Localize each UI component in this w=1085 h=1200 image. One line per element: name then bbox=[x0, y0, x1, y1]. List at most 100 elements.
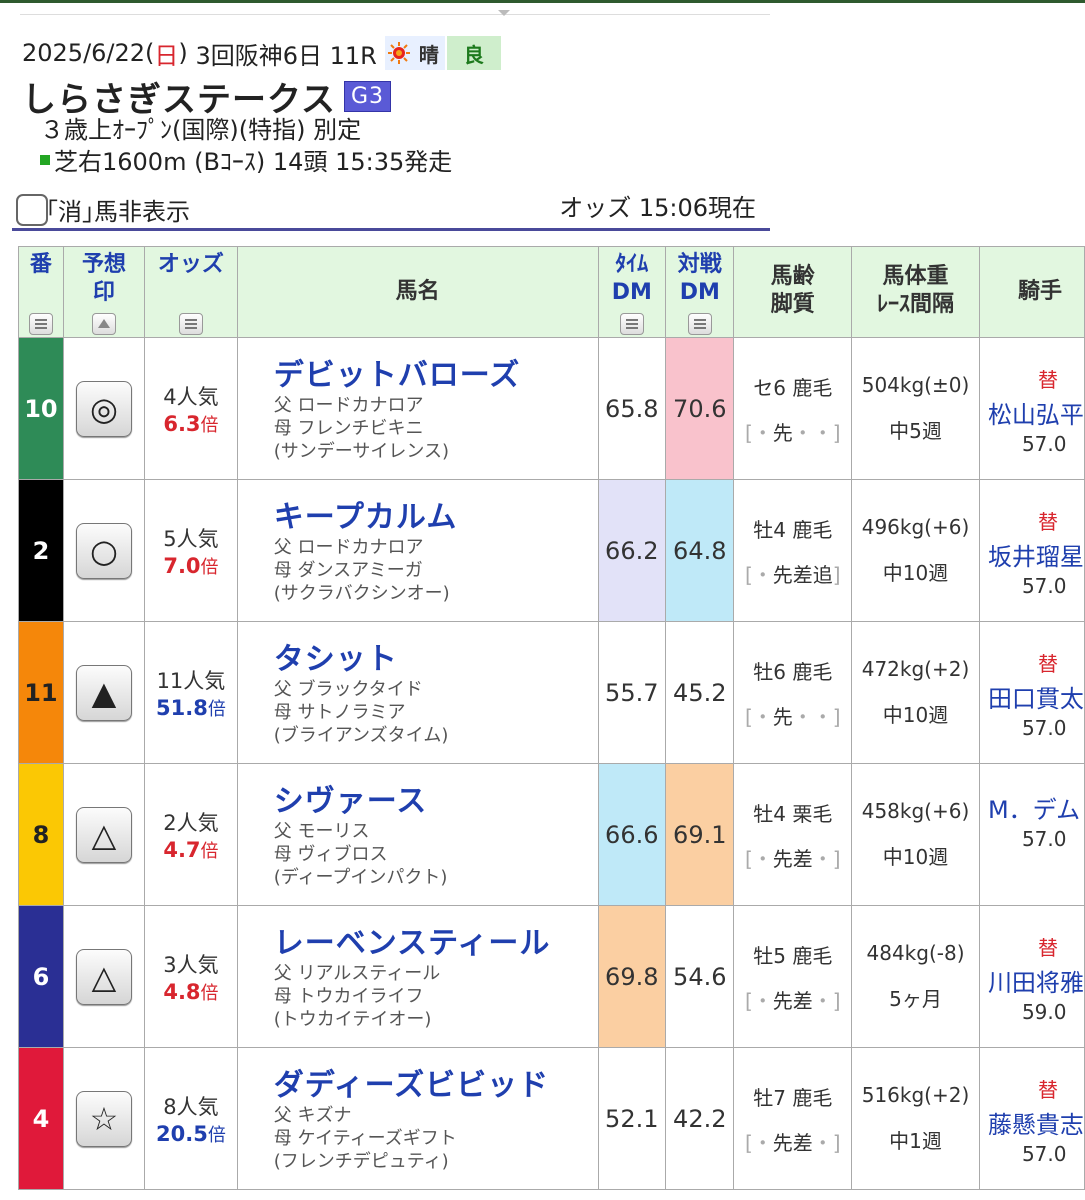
jockey-name-link[interactable]: 田口貫太 bbox=[988, 679, 1084, 714]
weight-cell: 516kg(+2) 中1週 bbox=[851, 1047, 980, 1190]
body-weight: 516kg(+2) bbox=[861, 1083, 970, 1107]
sire: 父 ロードカナロア bbox=[273, 395, 424, 416]
prediction-mark-cell: ▲ bbox=[62, 621, 146, 764]
hide-scratched-label[interactable]: ｢消｣馬非表示 bbox=[46, 192, 190, 227]
jockey-change-badge: 替 bbox=[1037, 1078, 1058, 1102]
race-date-close: ) bbox=[178, 39, 188, 67]
jockey-name-link[interactable]: 松山弘平 bbox=[988, 395, 1084, 430]
race-interval: 5ヶ月 bbox=[889, 987, 942, 1011]
odds-cell: 2人気 4.7倍 bbox=[144, 763, 238, 906]
odds-cell: 3人気 4.8倍 bbox=[144, 905, 238, 1048]
popularity: 3人気 bbox=[163, 952, 219, 977]
col-header-num: 番 bbox=[18, 246, 64, 338]
race-meeting: 3回阪神6日 11R bbox=[195, 41, 377, 70]
jockey-cell: 替藤懸貴志 57.0 bbox=[978, 1047, 1085, 1190]
odds-value: 4.7倍 bbox=[163, 837, 219, 862]
prediction-mark-button[interactable]: △ bbox=[75, 948, 132, 1005]
prediction-mark-button[interactable]: △ bbox=[75, 806, 132, 863]
race-interval: 中10週 bbox=[882, 703, 949, 727]
sort-button[interactable] bbox=[178, 313, 203, 335]
odds-cell: 4人気 6.3倍 bbox=[144, 337, 238, 480]
sire: 父 ロードカナロア bbox=[273, 537, 424, 558]
prediction-mark-button[interactable]: ☆ bbox=[75, 1090, 132, 1147]
weather-label: 晴 bbox=[412, 36, 445, 70]
running-style: [・先・・] bbox=[744, 704, 841, 729]
jockey-weight: 57.0 bbox=[1021, 574, 1067, 598]
table-row: 11 ▲ 11人気 51.8倍 タシット父 ブラックタイド母 サトノラミア (ブライアンズ… bbox=[18, 621, 1085, 764]
toolbar: ｢消｣馬非表示 オッズ 15:06現在 bbox=[12, 186, 770, 231]
dam: 母 ヴィブロス bbox=[273, 844, 388, 865]
entries-table: 番 予想印 オッズ 馬名 ﾀｲﾑ DM 対戦 DM 馬齢 脚質 馬体重 ﾚｰｽ間… bbox=[18, 246, 1085, 1190]
horse-name-link[interactable]: ダディーズビビッド bbox=[274, 1060, 598, 1104]
horse-name-link[interactable]: シヴァース bbox=[274, 776, 598, 820]
jockey-name-link[interactable]: 川田将雅 bbox=[988, 963, 1084, 998]
prediction-mark-button[interactable]: ◎ bbox=[75, 380, 132, 437]
col-header-jockey: 騎手 bbox=[978, 246, 1085, 338]
horse-name-link[interactable]: キープカルム bbox=[274, 492, 598, 536]
table-row: 2 ○ 5人気 7.0倍 キープカルム父 ロードカナロア母 ダンスアミーガ (サクラバクシ… bbox=[18, 479, 1085, 622]
weight-cell: 472kg(+2) 中10週 bbox=[851, 621, 980, 764]
horse-cell: レーベンスティール父 リアルスティール母 トウカイライフ (トウカイテイオー) bbox=[236, 905, 599, 1048]
dam-sire: (サンデーサイレンス) bbox=[273, 441, 450, 462]
jockey-weight: 59.0 bbox=[1021, 1000, 1067, 1024]
vs-dm: 45.2 bbox=[665, 621, 735, 764]
sort-button[interactable] bbox=[28, 313, 53, 335]
jockey-name-link[interactable]: 藤懸貴志 bbox=[988, 1105, 1084, 1140]
running-style: [・先・・] bbox=[744, 420, 841, 445]
vs-dm: 69.1 bbox=[665, 763, 735, 906]
age-style-cell: 牡5 鹿毛 [・先差・] bbox=[733, 905, 853, 1048]
grade-badge: G3 bbox=[343, 81, 392, 112]
jockey-cell: 替川田将雅 59.0 bbox=[978, 905, 1085, 1048]
dam-sire: (フレンチデピュティ) bbox=[273, 1151, 449, 1172]
top-border bbox=[0, 0, 1085, 3]
sort-button[interactable] bbox=[619, 313, 644, 335]
dam-sire: (サクラバクシンオー) bbox=[273, 583, 450, 604]
jockey-change-badge: 替 bbox=[1037, 652, 1058, 676]
weight-cell: 484kg(-8) 5ヶ月 bbox=[851, 905, 980, 1048]
col-header-odds: オッズ bbox=[144, 246, 238, 338]
sire: 父 キズナ bbox=[273, 1105, 352, 1126]
age-coat: 牡4 栗毛 bbox=[753, 801, 833, 826]
race-interval: 中1週 bbox=[889, 1129, 942, 1153]
dam: 母 ダンスアミーガ bbox=[273, 560, 423, 581]
prediction-mark-button[interactable]: ○ bbox=[75, 522, 132, 579]
weight-cell: 458kg(+6) 中10週 bbox=[851, 763, 980, 906]
sire: 父 ブラックタイド bbox=[273, 679, 423, 700]
time-dm: 66.2 bbox=[597, 479, 667, 622]
vs-dm: 42.2 bbox=[665, 1047, 735, 1190]
body-weight: 504kg(±0) bbox=[861, 373, 970, 397]
post-number: 8 bbox=[18, 763, 64, 906]
race-conditions: ３歳上ｵｰﾌﾟﾝ(国際)(特指) 別定 bbox=[40, 116, 362, 144]
col-header-weight: 馬体重 ﾚｰｽ間隔 bbox=[851, 246, 980, 338]
vs-dm: 64.8 bbox=[665, 479, 735, 622]
horse-cell: シヴァース父 モーリス母 ヴィブロス (ディープインパクト) bbox=[236, 763, 599, 906]
table-row: 4 ☆ 8人気 20.5倍 ダディーズビビッド父 キズナ母 ケイティーズギフト (フレンチ… bbox=[18, 1047, 1085, 1190]
chevron-down-icon[interactable] bbox=[498, 10, 510, 16]
table-row: 8 △ 2人気 4.7倍 シヴァース父 モーリス母 ヴィブロス (ディープインパクト) 66… bbox=[18, 763, 1085, 906]
track-condition-badge: 良 bbox=[446, 36, 501, 70]
dam: 母 ケイティーズギフト bbox=[273, 1128, 457, 1149]
jockey-name-link[interactable]: M．デム bbox=[988, 790, 1084, 825]
col-header-time-dm: ﾀｲﾑ DM bbox=[597, 246, 667, 338]
jockey-name-link[interactable]: 坂井瑠星 bbox=[988, 537, 1084, 572]
dam: 母 フレンチビキニ bbox=[273, 418, 424, 439]
sort-up-icon[interactable] bbox=[91, 313, 116, 335]
horse-cell: ダディーズビビッド父 キズナ母 ケイティーズギフト (フレンチデピュティ) bbox=[236, 1047, 599, 1190]
odds-value: 7.0倍 bbox=[163, 553, 219, 578]
horse-name-link[interactable]: タシット bbox=[274, 634, 598, 678]
running-style: [・先差・] bbox=[744, 1130, 841, 1155]
col-header-horse: 馬名 bbox=[236, 246, 599, 338]
hide-scratched-checkbox[interactable] bbox=[16, 194, 48, 226]
horse-name-link[interactable]: デビットバローズ bbox=[274, 350, 598, 394]
race-course: 芝右1600m (Bｺｰｽ) 14頭 15:35発走 bbox=[54, 148, 453, 176]
jockey-weight: 57.0 bbox=[1021, 827, 1067, 851]
col-header-vs-dm: 対戦 DM bbox=[665, 246, 735, 338]
sort-button[interactable] bbox=[687, 313, 712, 335]
prediction-mark-button[interactable]: ▲ bbox=[75, 664, 132, 721]
horse-name-link[interactable]: レーベンスティール bbox=[274, 918, 598, 962]
divider bbox=[20, 14, 770, 15]
col-header-mark: 予想印 bbox=[62, 246, 146, 338]
race-interval: 中10週 bbox=[882, 845, 949, 869]
horse-cell: キープカルム父 ロードカナロア母 ダンスアミーガ (サクラバクシンオー) bbox=[236, 479, 599, 622]
running-style: [・先差・] bbox=[744, 988, 841, 1013]
